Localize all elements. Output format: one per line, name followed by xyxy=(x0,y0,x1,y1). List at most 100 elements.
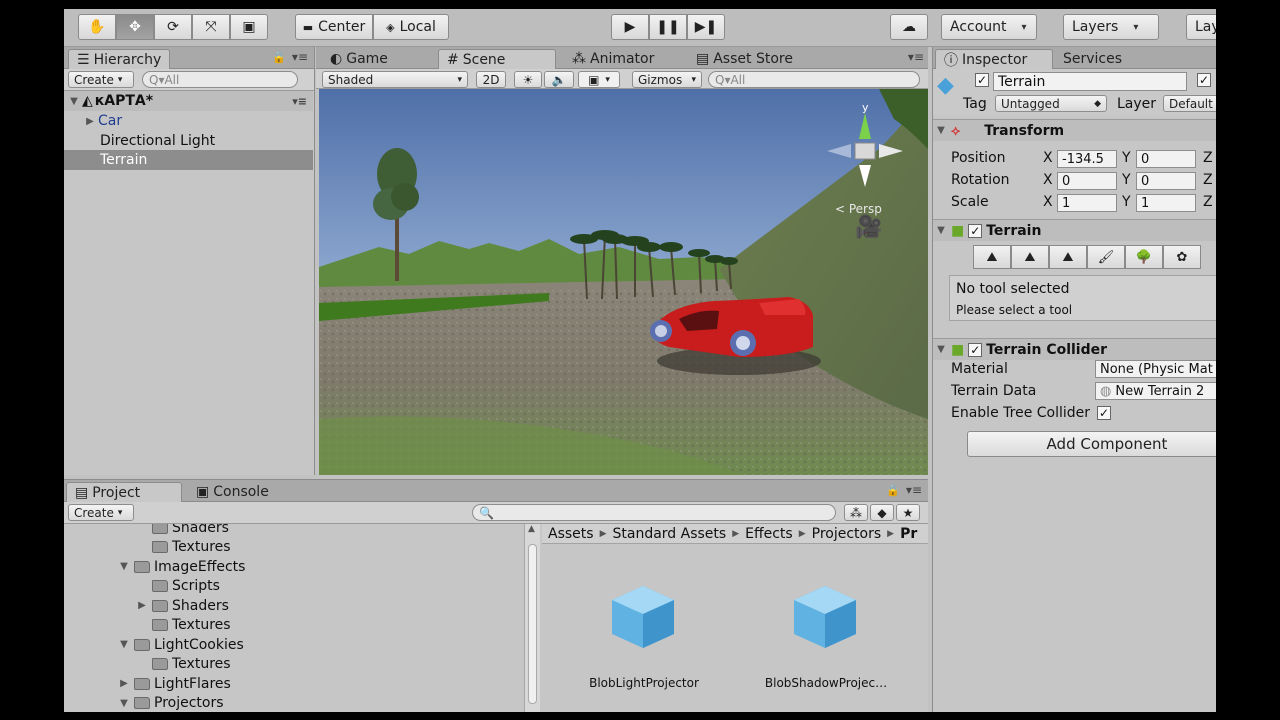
smooth-height-button[interactable]: ⛰ xyxy=(1049,245,1087,269)
pivot-toggle-button[interactable]: ▬ Center xyxy=(295,14,373,40)
place-trees-button[interactable]: 🌳 xyxy=(1125,245,1163,269)
tab-project[interactable]: ▤ Project xyxy=(66,482,182,502)
favorites-button[interactable]: ★ xyxy=(896,504,920,521)
rect-tool-button[interactable]: ▣ xyxy=(230,14,268,40)
rotation-x-field[interactable]: 0 xyxy=(1057,172,1117,190)
panel-menu-icon[interactable]: ▾≡ xyxy=(908,50,924,64)
tab-inspector[interactable]: ⓘ Inspector xyxy=(935,49,1053,69)
lock-icon[interactable]: 🔒 xyxy=(272,51,286,64)
tab-asset-store[interactable]: ▤ Asset Store xyxy=(688,49,801,69)
space-toggle-button[interactable]: ◈ Local xyxy=(373,14,449,40)
project-create-button[interactable]: Create ▾ xyxy=(68,504,134,521)
scale-x-field[interactable]: 1 xyxy=(1057,194,1117,212)
enable-tree-collider-checkbox[interactable]: ✓ xyxy=(1097,406,1111,420)
folder-tree-item[interactable]: Textures xyxy=(136,538,231,557)
lighting-toggle-button[interactable]: ☀ xyxy=(514,71,542,88)
pause-button[interactable]: ❚❚ xyxy=(649,14,687,40)
folder-tree-item[interactable]: ▼ ImageEffects xyxy=(118,557,245,576)
rotate-tool-button[interactable]: ⟳ xyxy=(154,14,192,40)
scene-root-row[interactable]: ▼ ◭ кАРТА* ▾≡ xyxy=(64,91,313,111)
paint-texture-button[interactable]: 🖌 xyxy=(1087,245,1125,269)
expand-arrow-icon[interactable]: ▼ xyxy=(118,561,130,572)
position-y-field[interactable]: 0 xyxy=(1136,150,1196,168)
paint-details-button[interactable]: ✿ xyxy=(1163,245,1201,269)
hand-tool-button[interactable]: ✋ xyxy=(78,14,116,40)
asset-label: BlobLightProjector xyxy=(589,676,699,690)
scrollbar-thumb[interactable] xyxy=(528,544,537,704)
tab-services[interactable]: Services xyxy=(1055,49,1130,69)
hierarchy-item-car[interactable]: ▶ Car xyxy=(64,111,313,131)
move-tool-button[interactable]: ✥ xyxy=(116,14,154,40)
tag-dropdown[interactable]: Untagged ◆ xyxy=(995,95,1107,112)
tab-game[interactable]: ◐ Game xyxy=(322,49,396,69)
folder-tree-item[interactable]: Textures xyxy=(136,616,231,635)
gizmos-dropdown[interactable]: Gizmos ▾ xyxy=(632,71,702,88)
expand-arrow-icon[interactable]: ▼ xyxy=(118,639,130,650)
position-x-field[interactable]: -134.5 xyxy=(1057,150,1117,168)
paint-height-button[interactable]: ⛰ xyxy=(1011,245,1049,269)
tab-hierarchy[interactable]: ☰ Hierarchy xyxy=(68,49,171,69)
effects-dropdown[interactable]: ▣ ▾ xyxy=(578,71,620,88)
layout-dropdown[interactable]: Layou xyxy=(1186,14,1216,40)
folder-tree-item[interactable]: ▶ Shaders xyxy=(136,596,229,615)
lock-icon[interactable]: 🔒 xyxy=(886,484,900,497)
scene-view[interactable]: y < Persp 🎥 xyxy=(319,89,928,475)
layer-dropdown[interactable]: Default xyxy=(1163,95,1216,112)
tab-console[interactable]: ▣ Console xyxy=(188,482,277,502)
tab-scene[interactable]: # Scene xyxy=(438,49,556,69)
terrain-collider-header[interactable]: ▼ ■ ✓ Terrain Collider xyxy=(933,338,1216,360)
play-button[interactable]: ▶ xyxy=(611,14,649,40)
terrain-data-field[interactable]: ◍ New Terrain 2 xyxy=(1095,382,1216,400)
collapsed-arrow-icon[interactable]: ▶ xyxy=(118,678,130,689)
asset-tile[interactable]: BlobLightProjector xyxy=(574,584,714,694)
scene-search-input[interactable]: Q▾All xyxy=(708,71,920,88)
hierarchy-search-input[interactable]: Q▾All xyxy=(142,71,298,88)
filter-type-button[interactable]: ⁂ xyxy=(844,504,868,521)
active-checkbox[interactable]: ✓ xyxy=(975,73,989,87)
asset-tile[interactable]: BlobShadowProjec… xyxy=(756,584,896,694)
terrain-header[interactable]: ▼ ■ ✓ Terrain xyxy=(933,219,1216,241)
object-name-field[interactable]: Terrain xyxy=(993,72,1187,91)
filter-label-button[interactable]: ◆ xyxy=(870,504,894,521)
breadcrumb-item[interactable]: Assets xyxy=(548,526,594,542)
folder-tree-scrollbar[interactable]: ▲ xyxy=(524,524,540,712)
folder-tree-item[interactable]: ▶ LightFlares xyxy=(118,674,231,693)
expand-arrow-icon[interactable]: ▼ xyxy=(118,698,130,709)
folder-tree-item[interactable]: Textures xyxy=(136,655,231,674)
collapsed-arrow-icon[interactable]: ▶ xyxy=(136,600,148,611)
panel-menu-icon[interactable]: ▾≡ xyxy=(292,50,308,64)
tab-animator[interactable]: ⁂ Animator xyxy=(564,49,662,69)
step-button[interactable]: ▶❚ xyxy=(687,14,725,40)
layers-dropdown[interactable]: Layers xyxy=(1063,14,1159,40)
breadcrumb-item[interactable]: Standard Assets xyxy=(612,526,726,542)
collider-enabled-checkbox[interactable]: ✓ xyxy=(968,342,983,357)
hierarchy-item-terrain[interactable]: Terrain xyxy=(64,150,313,170)
raise-terrain-button[interactable]: ⛰ xyxy=(973,245,1011,269)
breadcrumb-item[interactable]: Effects xyxy=(745,526,793,542)
folder-tree-item[interactable]: ▼ Projectors xyxy=(118,694,223,713)
terrain-enabled-checkbox[interactable]: ✓ xyxy=(968,223,983,238)
folder-tree-item[interactable]: Scripts xyxy=(136,577,220,596)
scene-menu-icon[interactable]: ▾≡ xyxy=(292,95,307,108)
add-component-button[interactable]: Add Component xyxy=(967,431,1216,457)
hierarchy-item-directional-light[interactable]: Directional Light xyxy=(64,131,313,151)
perspective-toggle[interactable]: < Persp xyxy=(835,202,882,216)
toggle-2d-button[interactable]: 2D xyxy=(476,71,506,88)
audio-toggle-button[interactable]: 🔈 xyxy=(544,71,574,88)
cloud-button[interactable]: ☁ xyxy=(890,14,928,40)
project-search-input[interactable]: 🔍 xyxy=(472,504,836,521)
panel-menu-icon[interactable]: ▾≡ xyxy=(906,483,922,497)
scale-y-field[interactable]: 1 xyxy=(1136,194,1196,212)
rotation-y-field[interactable]: 0 xyxy=(1136,172,1196,190)
account-dropdown[interactable]: Account xyxy=(941,14,1037,40)
transform-header[interactable]: ▼ ⟡ Transform xyxy=(933,119,1216,141)
physic-material-field[interactable]: None (Physic Mat xyxy=(1095,360,1216,378)
hierarchy-create-button[interactable]: Create ▾ xyxy=(68,71,134,88)
folder-tree-item[interactable]: Shaders xyxy=(136,524,229,537)
shading-mode-dropdown[interactable]: Shaded ▾ xyxy=(322,71,468,88)
folder-tree-item[interactable]: ▼ LightCookies xyxy=(118,635,244,654)
breadcrumb-item[interactable]: Projectors xyxy=(812,526,882,542)
scale-tool-button[interactable]: ⤧ xyxy=(192,14,230,40)
static-checkbox[interactable]: ✓ xyxy=(1197,73,1211,87)
breadcrumb-item[interactable]: Pr xyxy=(900,526,917,542)
